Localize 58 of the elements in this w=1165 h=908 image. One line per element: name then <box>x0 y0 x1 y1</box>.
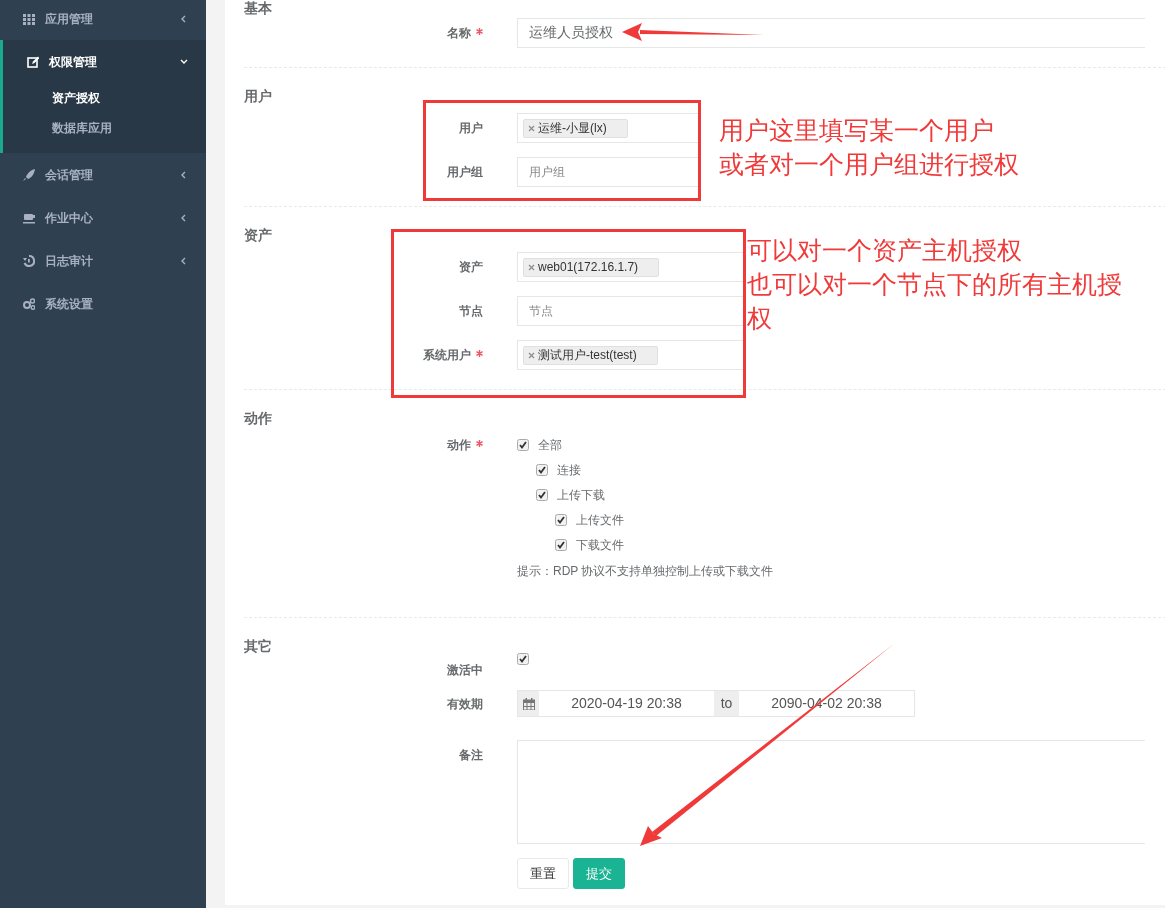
sidebar-item[interactable]: 作业中心 <box>0 196 206 239</box>
edit-icon <box>27 55 39 68</box>
checkbox[interactable] <box>536 488 548 501</box>
checkbox-label: 上传下载 <box>557 486 605 504</box>
gears-icon <box>23 297 35 310</box>
tag: 运维-小显(lx) <box>523 118 628 138</box>
field-label: 用户组 <box>447 164 483 181</box>
field-label: 用户 <box>459 120 483 137</box>
sidebar-item[interactable]: 日志审计 <box>0 239 206 282</box>
tag-input[interactable]: 测试用户-test(test) <box>517 340 743 370</box>
close-icon <box>528 263 535 271</box>
reset-button[interactable]: 重置 <box>517 858 569 889</box>
tag: 测试用户-test(test) <box>523 345 658 365</box>
sidebar-item[interactable]: 应用管理 <box>0 0 206 40</box>
checkbox[interactable] <box>555 513 567 526</box>
grid-icon <box>23 12 35 25</box>
hint-text: 提示：RDP 协议不支持单独控制上传或下载文件 <box>517 563 774 580</box>
field-label: 资产 <box>459 259 483 276</box>
cup-icon <box>23 211 35 224</box>
tag: web01(172.16.1.7) <box>523 257 660 277</box>
field-label: 有效期 <box>447 695 483 713</box>
annotation-note: 用户这里填写某一个用户 或者对一个用户组进行授权 <box>719 115 1019 180</box>
section-title: 资产 <box>244 226 273 245</box>
history-icon <box>23 254 35 267</box>
checkbox-label: 全部 <box>538 436 562 454</box>
sidebar-item[interactable]: 系统设置 <box>0 282 206 325</box>
tag-input[interactable]: 运维-小显(lx) <box>517 113 699 143</box>
sidebar-item[interactable]: 会话管理 <box>0 153 206 196</box>
field-label: 系统用户 <box>423 347 471 364</box>
field-label: 备注 <box>459 747 483 764</box>
section-title: 基本 <box>244 0 273 16</box>
sidebar-subitem[interactable]: 资产授权 <box>3 83 206 113</box>
checkbox[interactable] <box>517 653 529 665</box>
sidebar-item[interactable]: 权限管理 <box>3 40 206 83</box>
checkbox[interactable] <box>517 438 529 451</box>
close-icon <box>528 124 535 132</box>
text-input[interactable]: 节点 <box>517 296 743 326</box>
section-title: 用户 <box>244 87 273 106</box>
close-icon <box>528 351 535 359</box>
section-title: 其它 <box>244 637 273 656</box>
calendar-icon <box>522 697 535 710</box>
tag-input[interactable]: web01(172.16.1.7) <box>517 252 743 282</box>
annotation-note: 可以对一个资产主机授权 也可以对一个节点下的所有主机授 权 <box>747 235 1122 334</box>
field-label: 节点 <box>459 303 483 320</box>
date-input[interactable]: 2020-04-19 20:38 <box>539 690 714 717</box>
checkbox-label: 上传文件 <box>576 511 624 529</box>
range-separator: to <box>714 690 739 717</box>
checkbox-label: 下载文件 <box>576 536 624 554</box>
checkbox[interactable] <box>555 538 567 551</box>
field-label: 动作 <box>447 437 471 454</box>
checkbox[interactable] <box>536 463 548 476</box>
section-title: 动作 <box>244 409 273 428</box>
text-input[interactable]: 用户组 <box>517 157 699 187</box>
checkbox-label: 连接 <box>557 461 581 479</box>
field-label: 名称 <box>447 25 471 42</box>
text-input[interactable]: 运维人员授权 <box>517 18 1145 48</box>
sidebar-subitem[interactable]: 数据库应用 <box>3 113 206 143</box>
field-label: 激活中 <box>447 662 483 679</box>
